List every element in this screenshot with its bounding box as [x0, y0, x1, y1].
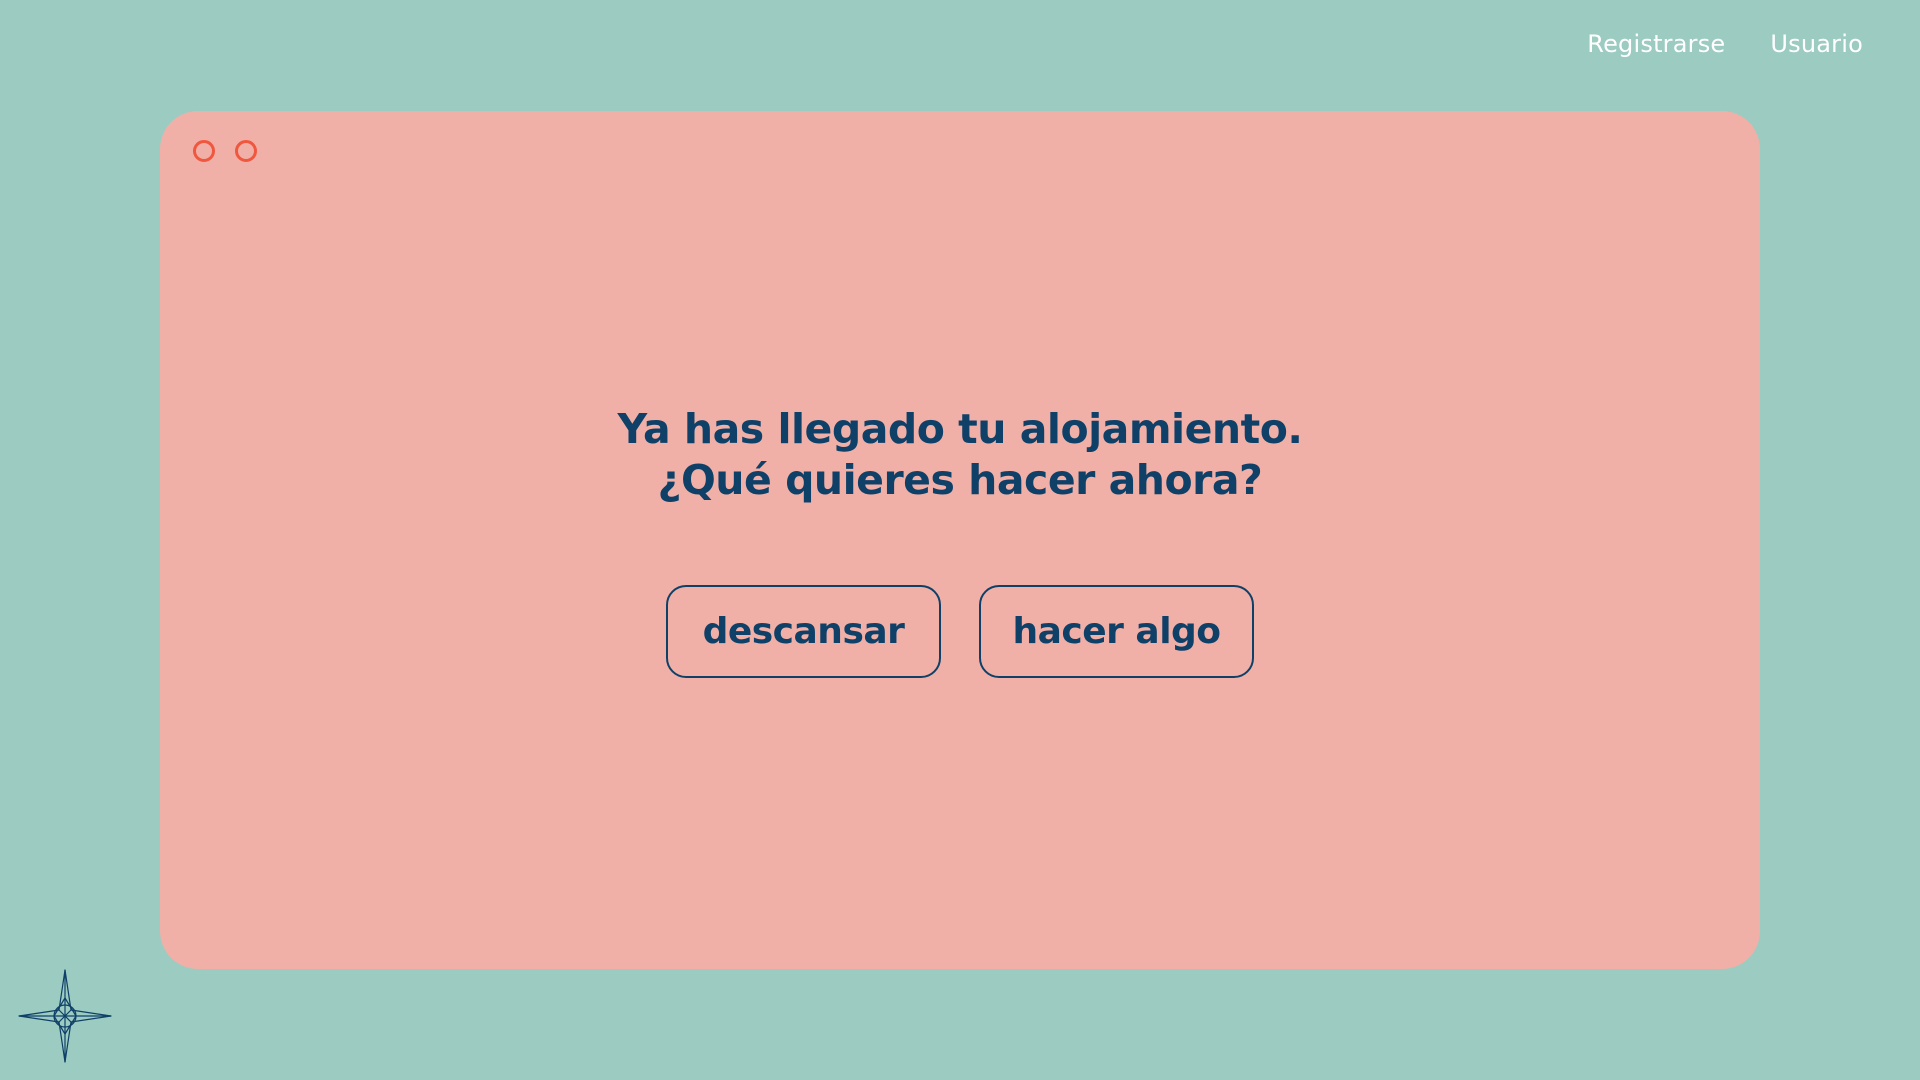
question-line-2: ¿Qué quieres hacer ahora? — [657, 456, 1263, 504]
window-dot-icon — [235, 140, 257, 162]
question-line-1: Ya has llegado tu alojamiento. — [617, 405, 1303, 453]
do-something-button[interactable]: hacer algo — [979, 585, 1254, 678]
question-heading: Ya has llegado tu alojamiento. ¿Qué quie… — [160, 404, 1760, 506]
dialog-card: Ya has llegado tu alojamiento. ¿Qué quie… — [160, 111, 1760, 969]
register-link[interactable]: Registrarse — [1587, 30, 1725, 58]
window-dot-icon — [193, 140, 215, 162]
rest-button[interactable]: descansar — [666, 585, 941, 678]
choice-buttons: descansar hacer algo — [160, 585, 1760, 678]
compass-star-icon — [18, 969, 112, 1063]
top-navigation: Registrarse Usuario — [1587, 30, 1863, 58]
user-link[interactable]: Usuario — [1770, 30, 1863, 58]
